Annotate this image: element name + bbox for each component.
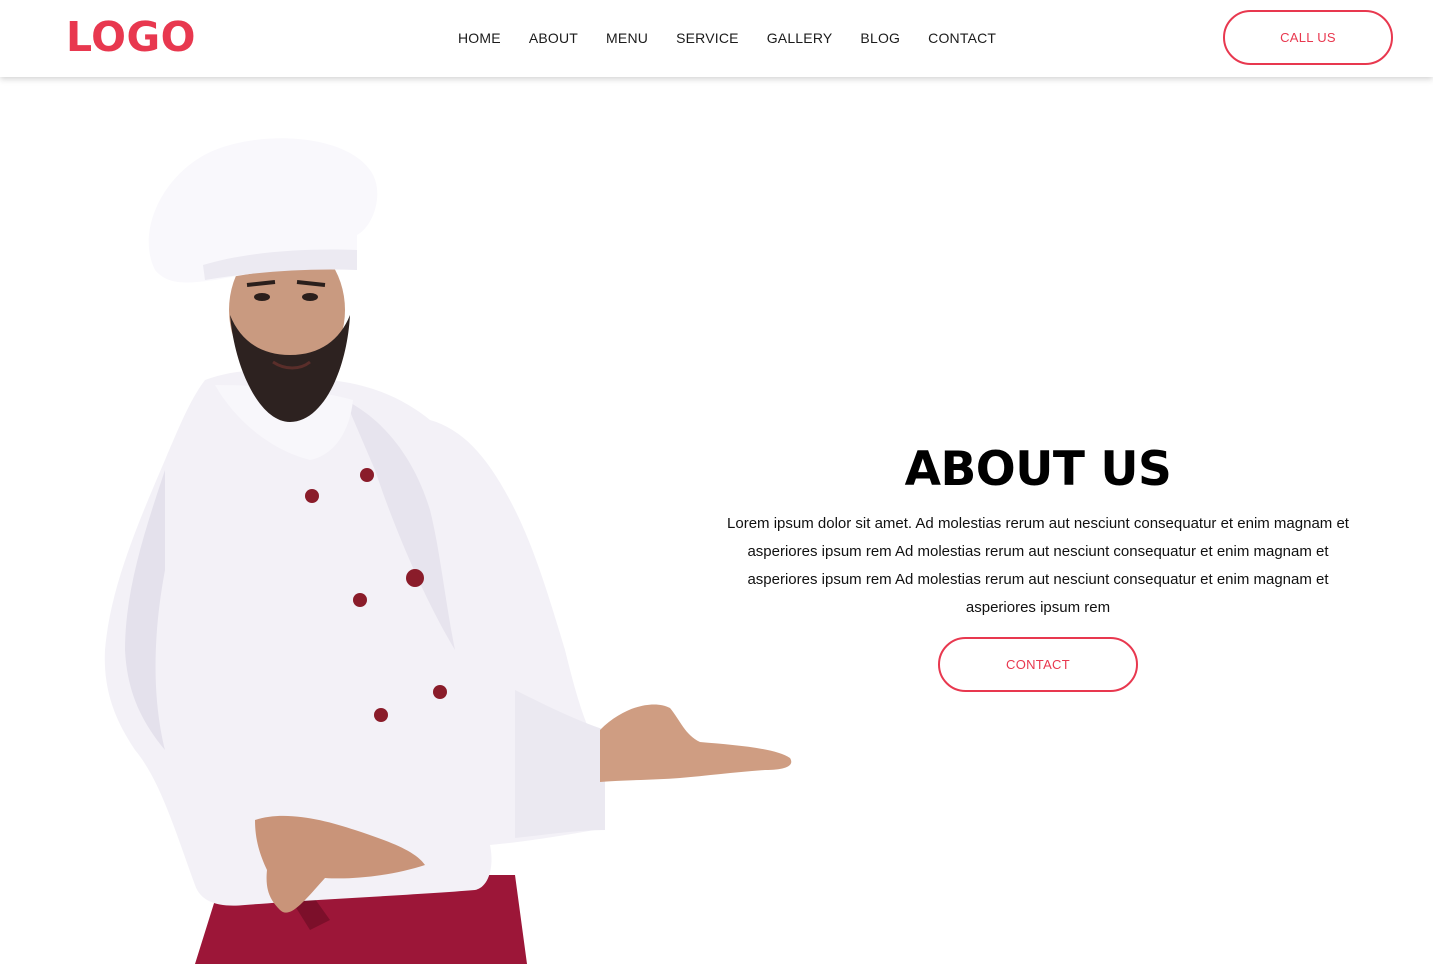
nav-item-about[interactable]: ABOUT bbox=[515, 30, 592, 46]
logo[interactable]: LOGO bbox=[66, 12, 196, 62]
nav-item-gallery[interactable]: GALLERY bbox=[753, 30, 847, 46]
nav-item-service[interactable]: SERVICE bbox=[662, 30, 753, 46]
about-section: ABOUT US Lorem ipsum dolor sit amet. Ad … bbox=[718, 440, 1358, 692]
jacket-button bbox=[406, 569, 424, 587]
about-text: Lorem ipsum dolor sit amet. Ad molestias… bbox=[727, 515, 1349, 616]
jacket-button bbox=[433, 685, 447, 699]
nav-item-contact[interactable]: CONTACT bbox=[914, 30, 1010, 46]
chef-image bbox=[104, 138, 792, 964]
jacket-button bbox=[353, 593, 367, 607]
site-header: LOGO HOME ABOUT MENU SERVICE GALLERY BLO… bbox=[0, 0, 1433, 77]
about-title: ABOUT US bbox=[904, 442, 1172, 497]
jacket-button bbox=[374, 708, 388, 722]
main-nav: HOME ABOUT MENU SERVICE GALLERY BLOG CON… bbox=[444, 27, 1010, 49]
nav-item-menu[interactable]: MENU bbox=[592, 30, 662, 46]
nav-item-home[interactable]: HOME bbox=[444, 30, 515, 46]
chef-hand bbox=[600, 704, 792, 782]
contact-button[interactable]: CONTACT bbox=[938, 637, 1138, 692]
nav-item-blog[interactable]: BLOG bbox=[846, 30, 914, 46]
jacket-button bbox=[360, 468, 374, 482]
call-us-button[interactable]: CALL US bbox=[1223, 10, 1393, 65]
jacket-button bbox=[305, 489, 319, 503]
